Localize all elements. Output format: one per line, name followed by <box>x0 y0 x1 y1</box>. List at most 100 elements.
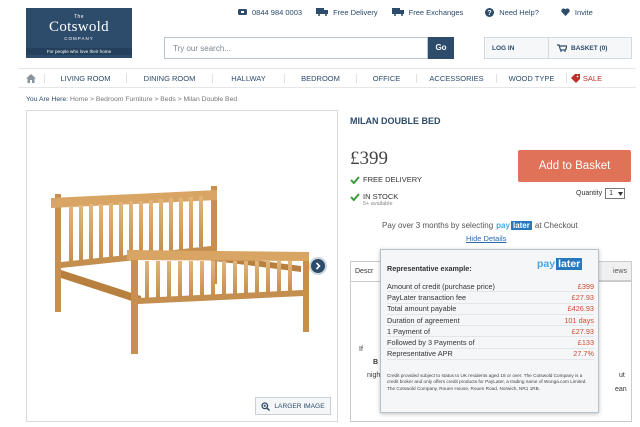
credit-label: Followed by 3 Payments of <box>387 338 475 348</box>
credit-row: PayLater transaction fee £27.93 <box>387 292 594 304</box>
paylater-later-word: later <box>556 258 583 270</box>
nav-dining-room[interactable]: DINING ROOM <box>126 73 212 83</box>
popup-heading: Representative example: <box>387 264 472 273</box>
stock-status: IN STOCK <box>350 192 398 201</box>
credit-row: 1 Payment of £27.93 <box>387 326 594 338</box>
check-icon <box>350 192 360 201</box>
free-delivery-status: FREE DELIVERY <box>350 175 422 184</box>
product-title: MILAN DOUBLE BED <box>350 116 441 126</box>
credit-label: Total amount payable <box>387 304 457 314</box>
credit-row: Total amount payable £426.93 <box>387 304 594 315</box>
nav-hallway[interactable]: HALLWAY <box>212 73 284 83</box>
nav-living-room[interactable]: LIVING ROOM <box>44 73 126 83</box>
truck-icon <box>391 8 404 16</box>
credit-value: £133 <box>577 338 594 348</box>
search-input[interactable]: Try our search... <box>164 37 428 59</box>
credit-legal-text: Credit provided subject to status to UK … <box>387 373 587 391</box>
tab-text-fragment: B <box>373 359 379 366</box>
nav-sale[interactable]: SALE <box>566 73 606 83</box>
quantity-select[interactable]: 1 <box>605 188 626 199</box>
product-price: £399 <box>350 148 388 169</box>
invite-link[interactable]: Invite <box>561 8 593 17</box>
paylater-pay-word: pay <box>496 221 510 230</box>
main-nav: LIVING ROOM DINING ROOM HALLWAY BEDROOM … <box>18 68 636 88</box>
credit-row: Amount of credit (purchase price) £399 <box>387 281 594 293</box>
breadcrumb-path[interactable]: Home > Bedroom Furniture > Beds > Milan … <box>70 96 237 103</box>
free-delivery-text: FREE DELIVERY <box>363 175 423 184</box>
next-image-button[interactable] <box>309 257 327 275</box>
logo-tagline: For people who love their home <box>26 48 132 55</box>
free-delivery-link[interactable]: Free Delivery <box>316 8 378 17</box>
nav-office[interactable]: OFFICE <box>356 73 416 83</box>
availability-count: 5+ available <box>363 201 393 207</box>
nav-sale-label: SALE <box>582 73 603 83</box>
need-help-link[interactable]: ? Need Help? <box>485 7 539 17</box>
basket-label: BASKET (0) <box>571 44 608 52</box>
credit-label: PayLater transaction fee <box>387 292 467 302</box>
tab-text-fragment: nigh <box>367 372 381 379</box>
invite-label: Invite <box>574 7 593 17</box>
nav-bedroom[interactable]: BEDROOM <box>284 73 356 83</box>
free-exchanges-label: Free Exchanges <box>408 7 464 17</box>
tag-icon <box>570 73 580 83</box>
basket-link[interactable]: BASKET (0) <box>549 44 607 52</box>
credit-value: £27.93 <box>571 292 594 302</box>
credit-row: Duration of agreement 101 days <box>387 315 594 327</box>
credit-value: 101 days <box>564 315 594 325</box>
credit-label: 1 Payment of <box>387 326 430 336</box>
nav-wood-type[interactable]: WOOD TYPE <box>496 73 566 83</box>
product-image-panel: LARGER IMAGE <box>26 110 338 422</box>
paylater-logo-small: pay later <box>496 221 532 230</box>
tab-reviews[interactable]: iews <box>595 261 632 281</box>
larger-image-label: LARGER IMAGE <box>274 402 325 410</box>
tab-text-fragment: If <box>359 346 363 353</box>
tab-text-fragment: ean <box>615 386 627 393</box>
logo-company: COMPANY <box>64 36 94 41</box>
logo-name: Cotswold <box>49 19 109 35</box>
credit-value: £426.93 <box>567 304 594 314</box>
paylater-later-word: later <box>510 221 532 230</box>
home-icon <box>26 73 36 83</box>
chevron-right-icon <box>315 262 321 270</box>
phone-number: 0844 984 0003 <box>252 7 303 17</box>
site-logo[interactable]: The Cotswold COMPANY For people who love… <box>26 8 132 58</box>
utility-bar: 0844 984 0003 Free Delivery Free Exchang… <box>236 4 636 20</box>
zoom-icon <box>261 401 271 411</box>
tab-description[interactable]: Descr <box>350 261 382 281</box>
quantity-label: Quantity <box>576 190 603 197</box>
dropdown-arrow-icon <box>618 191 624 196</box>
help-icon: ? <box>485 7 495 17</box>
credit-label: Duration of agreement <box>387 315 460 325</box>
paylater-offer: Pay over 3 months by selecting pay later … <box>382 221 578 230</box>
credit-value: 27.7% <box>573 349 594 359</box>
nav-home[interactable] <box>18 73 44 83</box>
truck-icon <box>316 8 329 16</box>
credit-label: Representative APR <box>387 349 453 359</box>
free-exchanges-link[interactable]: Free Exchanges <box>391 7 464 17</box>
larger-image-button[interactable]: LARGER IMAGE <box>255 397 331 415</box>
credit-value: £27.93 <box>571 326 594 336</box>
svg-text:?: ? <box>488 10 492 17</box>
quantity-value: 1 <box>609 190 613 197</box>
paylater-popup: Representative example: pay later Amount … <box>380 249 599 413</box>
add-to-basket-button[interactable]: Add to Basket <box>518 150 631 182</box>
phone-link[interactable]: 0844 984 0003 <box>238 8 302 17</box>
paylater-pre-text: Pay over 3 months by selecting <box>382 221 494 230</box>
credit-label: Amount of credit (purchase price) <box>387 281 495 291</box>
free-delivery-label: Free Delivery <box>333 7 378 17</box>
tab-text-fragment: ut <box>619 372 625 379</box>
basket-icon <box>557 44 567 52</box>
credit-table: Amount of credit (purchase price) £399 Pa… <box>387 281 594 361</box>
phone-icon <box>238 9 247 15</box>
check-icon <box>350 175 360 184</box>
credit-row: Representative APR 27.7% <box>387 349 594 361</box>
paylater-post-text: at Checkout <box>534 221 578 230</box>
hide-details-link[interactable]: Hide Details <box>466 234 506 243</box>
need-help-label: Need Help? <box>499 7 539 17</box>
credit-row: Followed by 3 Payments of £133 <box>387 337 594 349</box>
login-link[interactable]: LOG IN <box>485 38 549 58</box>
paylater-logo: pay later <box>537 258 583 270</box>
in-stock-text: IN STOCK <box>363 192 399 201</box>
search-go-button[interactable]: Go <box>428 37 454 59</box>
nav-accessories[interactable]: ACCESSORIES <box>416 73 496 83</box>
